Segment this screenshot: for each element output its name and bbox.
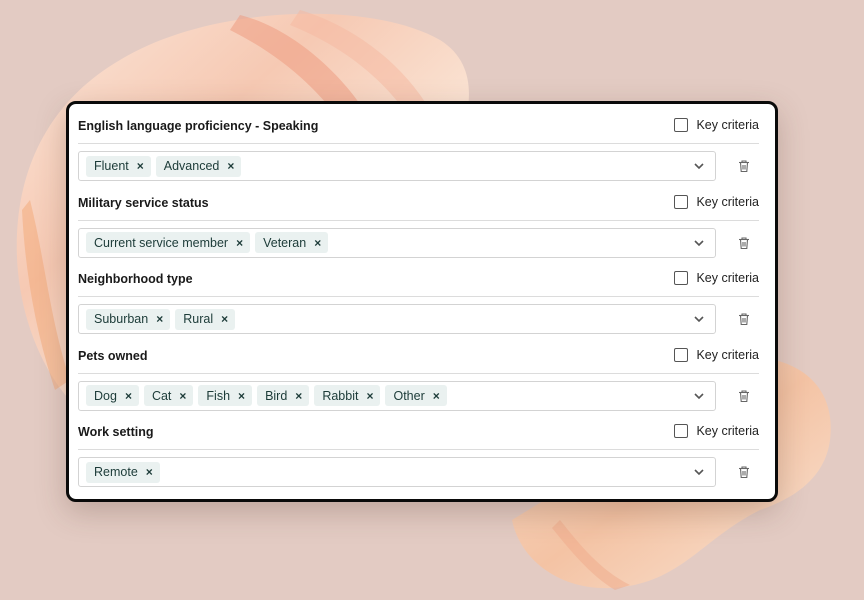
tag-chip: Remote × [86,461,160,483]
key-criteria-label: Key criteria [696,347,759,362]
filter-section: Work setting Key criteria Remote × [78,413,759,490]
tag-label: Bird [265,388,288,403]
multi-select-field[interactable]: Fluent × Advanced × [78,151,716,181]
tag-chip: Advanced × [155,155,242,177]
key-criteria-checkbox[interactable] [674,424,689,439]
tag-label: Rabbit [322,388,359,403]
multi-select-field[interactable]: Remote × [78,457,716,488]
tag-chip: Cat × [143,385,194,407]
key-criteria-toggle[interactable]: Key criteria [674,424,759,439]
key-criteria-label: Key criteria [696,424,759,439]
remove-tag-icon[interactable]: × [146,465,153,479]
section-header: Work setting Key criteria [78,413,759,451]
remove-tag-icon[interactable]: × [366,389,373,403]
remove-tag-icon[interactable]: × [295,389,302,403]
section-title: Pets owned [78,348,148,363]
filter-section: Pets owned Key criteria Dog × Cat × Fish × Bird ×… [78,337,759,414]
tag-label: Current service member [94,235,229,250]
multi-select-field[interactable]: Suburban × Rural × [78,304,716,335]
filter-section: English language proficiency - Speaking K… [78,107,759,184]
section-title: Military service status [78,195,209,210]
tag-label: Rural [183,312,214,327]
select-row: Dog × Cat × Fish × Bird × Rabbit × Other × [78,374,759,414]
key-criteria-toggle[interactable]: Key criteria [674,194,759,209]
trash-icon[interactable] [737,465,751,479]
key-criteria-toggle[interactable]: Key criteria [674,347,759,362]
tag-chip: Rural × [175,308,236,330]
remove-tag-icon[interactable]: × [156,312,163,326]
tag-chip: Fluent × [86,155,151,177]
tag-label: Fish [206,388,231,403]
section-title: Work setting [78,425,154,440]
chevron-down-icon[interactable] [693,466,705,478]
chevron-down-icon[interactable] [693,313,705,325]
section-header: Military service status Key criteria [78,184,759,221]
tag-chip: Veteran × [255,232,329,254]
key-criteria-checkbox[interactable] [674,118,689,132]
multi-select-field[interactable]: Current service member × Veteran × [78,227,716,258]
tag-chip: Bird × [257,385,310,407]
filter-section: Military service status Key criteria Curre… [78,184,759,261]
remove-tag-icon[interactable]: × [238,389,245,403]
tag-chip: Dog × [86,385,139,407]
key-criteria-checkbox[interactable] [674,194,689,209]
key-criteria-label: Key criteria [696,118,759,132]
section-header: Neighborhood type Key criteria [78,260,759,298]
chevron-down-icon[interactable] [693,160,705,172]
tag-chip: Fish × [198,385,253,407]
tag-label: Cat [151,388,172,403]
tag-chip: Current service member × [86,232,251,254]
section-title: Neighborhood type [78,272,193,287]
trash-icon[interactable] [737,389,751,403]
remove-tag-icon[interactable]: × [227,159,234,173]
select-row: Fluent × Advanced × [78,144,759,184]
select-row: Current service member × Veteran × [78,221,759,261]
tag-label: Veteran [263,235,307,250]
multi-select-field[interactable]: Dog × Cat × Fish × Bird × Rabbit × Other × [78,380,716,411]
key-criteria-checkbox[interactable] [674,271,689,286]
section-header: English language proficiency - Speaking K… [78,107,759,144]
section-title: English language proficiency - Speaking [78,119,319,133]
tag-label: Advanced [163,159,220,173]
remove-tag-icon[interactable]: × [221,312,228,326]
remove-tag-icon[interactable]: × [236,236,243,250]
key-criteria-toggle[interactable]: Key criteria [674,118,759,132]
tag-chip: Rabbit × [314,385,381,407]
tag-label: Fluent [94,159,129,173]
chevron-down-icon[interactable] [693,237,705,249]
key-criteria-label: Key criteria [696,194,759,209]
tag-chip: Suburban × [86,308,171,330]
trash-icon[interactable] [737,312,751,326]
remove-tag-icon[interactable]: × [137,159,144,173]
chevron-down-icon[interactable] [693,390,705,402]
filter-section: Neighborhood type Key criteria Suburban × Ru… [78,260,759,337]
section-header: Pets owned Key criteria [78,337,759,374]
tag-label: Suburban [94,312,149,327]
key-criteria-label: Key criteria [696,271,759,286]
tag-label: Dog [94,388,117,403]
tag-label: Remote [94,465,138,480]
select-row: Remote × [78,450,759,490]
criteria-card: English language proficiency - Speaking K… [66,101,778,502]
remove-tag-icon[interactable]: × [433,389,440,403]
remove-tag-icon[interactable]: × [179,389,186,403]
tag-label: Other [393,388,425,403]
key-criteria-toggle[interactable]: Key criteria [674,271,759,286]
trash-icon[interactable] [737,236,751,250]
tag-chip: Other × [385,385,447,407]
select-row: Suburban × Rural × [78,297,759,337]
trash-icon[interactable] [737,159,751,173]
remove-tag-icon[interactable]: × [125,389,132,403]
remove-tag-icon[interactable]: × [314,236,321,250]
key-criteria-checkbox[interactable] [674,347,689,362]
